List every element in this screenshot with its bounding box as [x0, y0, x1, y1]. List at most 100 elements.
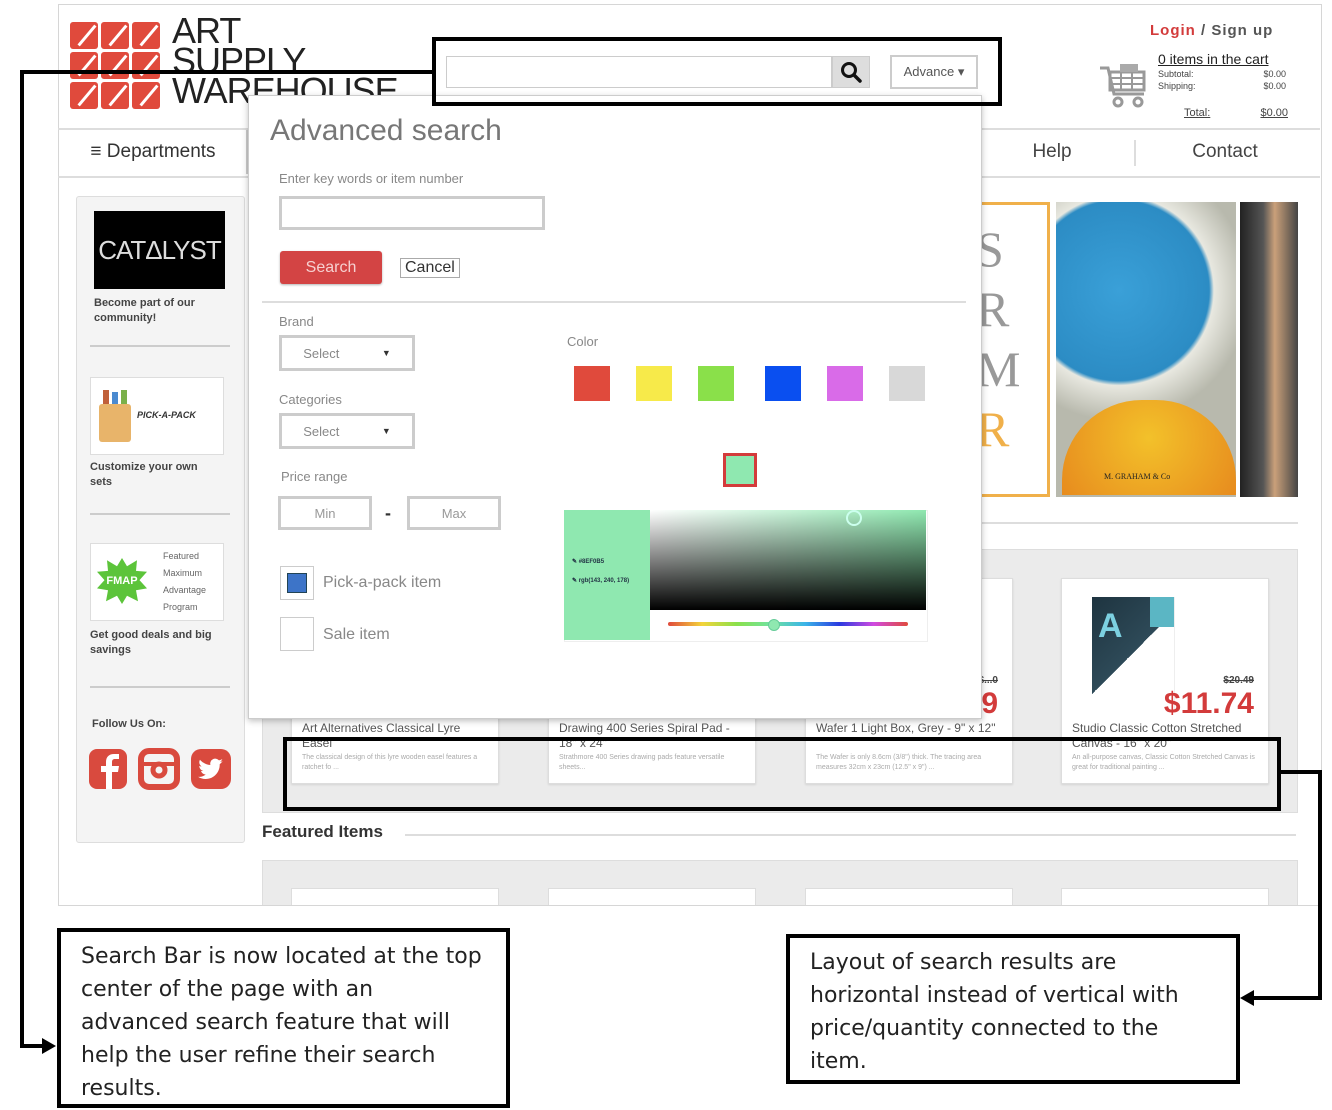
- selected-color-swatch[interactable]: [723, 453, 757, 487]
- color-swatch-green[interactable]: [698, 366, 734, 401]
- banner-letter: S: [976, 221, 1004, 277]
- cart-items-link[interactable]: 0 items in the cart: [1158, 51, 1269, 67]
- banner-brand: M. GRAHAM & Co: [1104, 472, 1171, 481]
- logo-text[interactable]: ART SUPPLY WAREHOUSE: [172, 13, 399, 109]
- pickapack-checkbox[interactable]: [280, 566, 314, 600]
- catalyst-banner[interactable]: CATΔLYST: [94, 211, 225, 289]
- hue-slider[interactable]: [668, 622, 908, 626]
- fmap-badge-text: FMAP: [106, 575, 138, 587]
- fmap-badge-icon: FMAP: [97, 558, 147, 604]
- brand-select-value: Select: [303, 345, 340, 361]
- catalyst-text: Become part of our community!: [94, 297, 195, 324]
- banner-person-image[interactable]: [1240, 202, 1298, 497]
- advanced-search-title: Advanced search: [270, 114, 502, 147]
- categories-select[interactable]: Select ▼: [279, 413, 415, 449]
- color-preview: [564, 510, 650, 640]
- login-link[interactable]: Login: [1150, 22, 1196, 39]
- price-separator: -: [385, 503, 391, 523]
- sidebar-divider: [90, 345, 230, 347]
- banner-letter: R: [976, 401, 1010, 457]
- result-price: $11.74: [1163, 687, 1254, 720]
- color-label: Color: [567, 334, 599, 349]
- nav-contact[interactable]: Contact: [1150, 130, 1300, 174]
- color-swatch-red[interactable]: [574, 366, 610, 401]
- categories-label: Categories: [279, 392, 342, 407]
- picker-hex-value[interactable]: ✎ #8EF0B5: [572, 558, 604, 565]
- annotation-right: Layout of search results are horizontal …: [786, 934, 1240, 1084]
- sidebar-divider: [90, 513, 230, 515]
- cart-shipping: Shipping: $0.00: [1158, 81, 1286, 91]
- featured-heading: Featured Items: [262, 822, 383, 841]
- banner-divider: [980, 522, 1298, 524]
- subtotal-label: Subtotal:: [1158, 69, 1194, 79]
- color-swatch-blue[interactable]: [765, 366, 801, 401]
- sale-label: Sale item: [323, 626, 390, 643]
- featured-card[interactable]: [548, 888, 756, 905]
- pickapack-logo: PICK-A-PACK: [137, 410, 196, 420]
- featured-card[interactable]: [1061, 888, 1269, 905]
- follow-label: Follow Us On:: [92, 718, 166, 730]
- fmap-line: Featured: [163, 551, 200, 561]
- result-title[interactable]: Wafer 1 Light Box, Grey - 9" x 12": [816, 721, 1006, 736]
- saturation-value-area[interactable]: [650, 510, 926, 610]
- arrow-head-icon: [1240, 990, 1254, 1006]
- color-swatch-yellow[interactable]: [636, 366, 672, 401]
- checkbox-checked-mark: [287, 573, 307, 593]
- search-callout-box: [432, 37, 1002, 106]
- arrow-head-icon: [42, 1038, 56, 1054]
- facebook-icon[interactable]: [88, 748, 128, 795]
- modal-divider: [262, 301, 966, 303]
- logo-mark[interactable]: [70, 22, 162, 110]
- twitter-icon[interactable]: [190, 748, 232, 795]
- fmap-line: Program: [163, 602, 198, 612]
- price-min-input[interactable]: Min: [278, 496, 372, 530]
- featured-divider: [405, 834, 1296, 836]
- pickapack-banner[interactable]: PICK-A-PACK: [90, 377, 224, 455]
- banner-letter: M: [976, 341, 1021, 397]
- instagram-icon[interactable]: [138, 748, 180, 795]
- cart-total: Total: $0.00: [1184, 107, 1288, 119]
- subtotal-value: $0.00: [1263, 69, 1286, 79]
- color-swatch-gray[interactable]: [889, 366, 925, 401]
- picker-rgb-value[interactable]: ✎ rgb(143, 240, 178): [572, 577, 629, 584]
- connector-line: [1318, 770, 1322, 1000]
- fmap-line: Advantage: [163, 585, 207, 595]
- rgb-text: rgb(143, 240, 178): [578, 578, 630, 584]
- sidebar-divider: [90, 686, 230, 688]
- shipping-label: Shipping:: [1158, 81, 1196, 91]
- results-callout-box: [283, 737, 1281, 811]
- fmap-banner[interactable]: FMAP Featured Maximum Advantage Program: [90, 543, 224, 621]
- login-separator: /: [1195, 22, 1212, 39]
- cancel-button[interactable]: Cancel: [400, 258, 460, 278]
- connector-line: [1252, 996, 1322, 1000]
- featured-card[interactable]: [291, 888, 499, 905]
- nav-divider: [1134, 140, 1136, 166]
- hex-text: #8EF0B5: [578, 559, 605, 565]
- price-max-input[interactable]: Max: [407, 496, 501, 530]
- fmap-line: Maximum: [163, 568, 203, 578]
- hue-slider-thumb[interactable]: [768, 619, 780, 631]
- sale-checkbox[interactable]: [280, 617, 314, 651]
- keywords-input[interactable]: [279, 196, 545, 230]
- brand-select[interactable]: Select ▼: [279, 335, 415, 371]
- chevron-down-icon: ▼: [381, 426, 391, 436]
- connector-line: [20, 70, 24, 1048]
- featured-card[interactable]: [805, 888, 1013, 905]
- cart-icon[interactable]: [1098, 60, 1150, 115]
- banner-text-panel[interactable]: S R M R: [976, 202, 1050, 497]
- signup-link[interactable]: Sign up: [1211, 22, 1273, 39]
- color-picker-handle[interactable]: [846, 510, 862, 526]
- brand-label: Brand: [279, 314, 314, 329]
- color-swatch-purple[interactable]: [827, 366, 863, 401]
- price-range-label: Price range: [281, 469, 348, 484]
- nav-help[interactable]: Help: [1000, 130, 1104, 174]
- product-logo-icon: A: [1098, 607, 1123, 645]
- nav-departments[interactable]: ≡ Departments: [60, 130, 248, 174]
- fmap-text: Get good deals and big savings: [90, 629, 212, 656]
- advanced-search-button[interactable]: Search: [280, 251, 382, 284]
- total-label: Total:: [1184, 107, 1211, 119]
- cart-subtotal: Subtotal: $0.00: [1158, 69, 1286, 79]
- chevron-down-icon: ▼: [381, 348, 391, 358]
- product-image[interactable]: A: [1092, 597, 1175, 709]
- connector-line: [20, 1044, 44, 1048]
